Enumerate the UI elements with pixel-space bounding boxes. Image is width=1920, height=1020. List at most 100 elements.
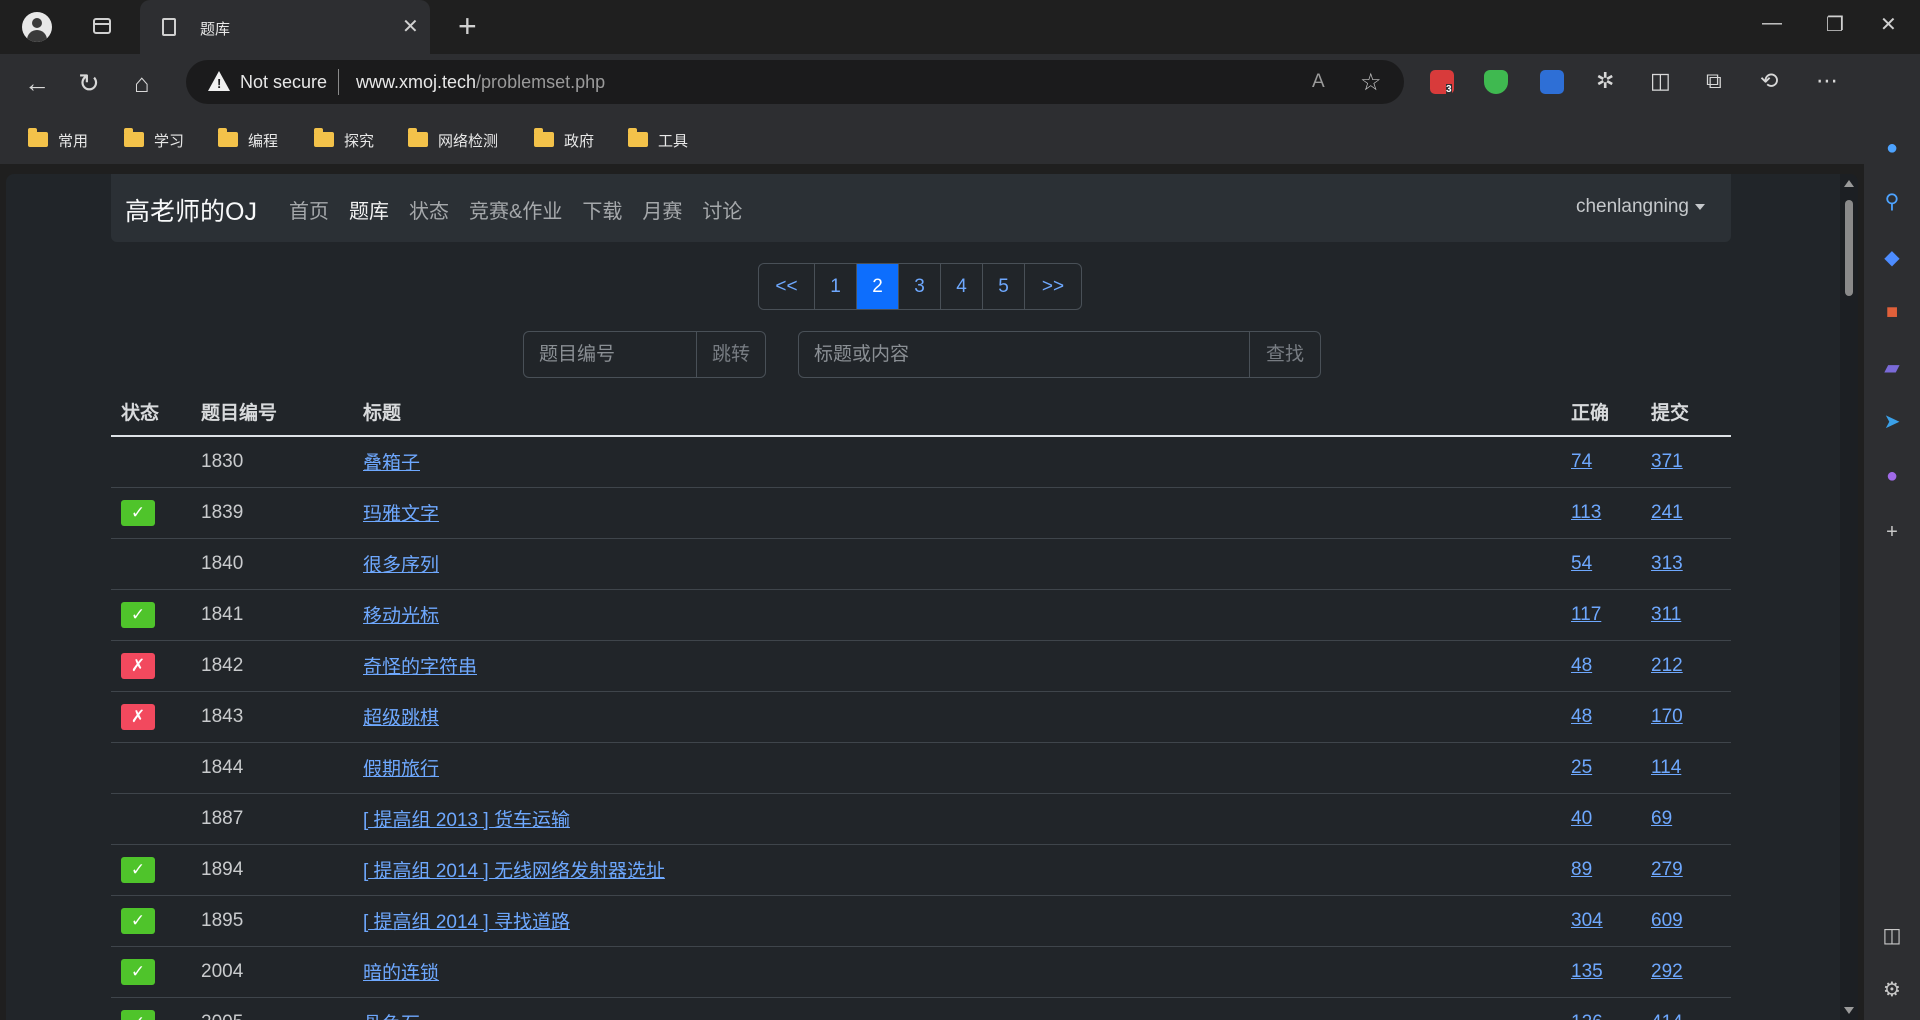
more-menu-icon[interactable]: ⋯ (1816, 68, 1838, 94)
nav-status[interactable]: 状态 (409, 195, 449, 224)
site-brand[interactable]: 高老师的OJ (125, 192, 257, 228)
correct-count-link[interactable]: 126 (1571, 1012, 1603, 1020)
notification-bell-icon[interactable]: ● (1880, 136, 1904, 160)
correct-count-link[interactable]: 54 (1571, 553, 1592, 574)
performance-icon[interactable]: ⟲ (1760, 68, 1778, 94)
address-bar[interactable]: ! Not secure www.xmoj.tech/problemset.ph… (186, 60, 1404, 104)
problem-title-link[interactable]: 骨色石 (363, 1014, 420, 1020)
submit-count-link[interactable]: 311 (1651, 604, 1681, 625)
problem-id-input[interactable] (523, 331, 697, 378)
hide-sidebar-icon[interactable]: ◫ (1880, 924, 1904, 948)
back-icon[interactable]: ← (24, 68, 50, 99)
correct-count-link[interactable]: 40 (1571, 808, 1592, 829)
collections-icon[interactable]: ⧉ (1706, 68, 1722, 94)
problem-title-link[interactable]: [ 提高组 2014 ] 寻找道路 (363, 912, 570, 933)
submit-count-link[interactable]: 279 (1651, 859, 1683, 880)
correct-count-link[interactable]: 48 (1571, 706, 1592, 727)
page-2[interactable]: 2 (857, 264, 899, 309)
search-button[interactable]: 查找 (1249, 331, 1321, 378)
problem-title-link[interactable]: 奇怪的字符串 (363, 657, 477, 678)
send-icon[interactable]: ➤ (1880, 410, 1904, 434)
split-screen-icon[interactable]: ◫ (1650, 68, 1671, 94)
correct-count-link[interactable]: 25 (1571, 757, 1592, 778)
scroll-down-icon[interactable] (1844, 1007, 1854, 1014)
submit-count-link[interactable]: 371 (1651, 451, 1683, 472)
nav-problemset[interactable]: 题库 (349, 195, 389, 224)
nav-home[interactable]: 首页 (289, 195, 329, 224)
submit-count-link[interactable]: 170 (1651, 706, 1683, 727)
problem-title-link[interactable]: 暗的连锁 (363, 963, 439, 984)
office-icon[interactable]: ▰ (1880, 356, 1904, 380)
refresh-icon[interactable]: ↻ (78, 68, 100, 99)
page-4[interactable]: 4 (941, 264, 983, 309)
home-icon[interactable]: ⌂ (134, 68, 150, 99)
favorite-star-icon[interactable]: ☆ (1360, 68, 1382, 97)
problem-id: 1887 (191, 793, 353, 845)
scroll-up-icon[interactable] (1844, 180, 1854, 187)
security-status[interactable]: Not secure (240, 72, 327, 93)
restore-icon[interactable]: ❐ (1826, 12, 1844, 37)
tools-briefcase-icon[interactable]: ■ (1880, 300, 1904, 324)
close-window-icon[interactable]: ✕ (1880, 12, 1897, 37)
problem-title-link[interactable]: 玛雅文字 (363, 504, 439, 525)
jump-button[interactable]: 跳转 (696, 331, 766, 378)
submit-count-link[interactable]: 241 (1651, 502, 1683, 523)
submit-cell: 311 (1641, 589, 1731, 641)
title-cell: 超级跳棋 (353, 691, 1561, 743)
url-text[interactable]: www.xmoj.tech/problemset.php (356, 72, 605, 93)
submit-count-link[interactable]: 69 (1651, 808, 1672, 829)
close-tab-icon[interactable]: ✕ (402, 14, 419, 39)
nav-download[interactable]: 下载 (582, 195, 622, 224)
shield-extension-icon[interactable] (1484, 70, 1508, 94)
tab-actions-icon[interactable] (93, 18, 111, 34)
problem-title-link[interactable]: [ 提高组 2014 ] 无线网络发射器选址 (363, 861, 665, 882)
problem-title-link[interactable]: 假期旅行 (363, 759, 439, 780)
settings-gear-icon[interactable]: ⚙ (1880, 978, 1904, 1002)
correct-count-link[interactable]: 117 (1571, 604, 1601, 625)
user-menu[interactable]: chenlangning (1576, 196, 1705, 218)
correct-count-link[interactable]: 304 (1571, 910, 1603, 931)
nav-monthly[interactable]: 月赛 (642, 195, 682, 224)
scroll-thumb[interactable] (1845, 200, 1853, 296)
profile-icon[interactable] (22, 12, 52, 42)
page-1[interactable]: 1 (815, 264, 857, 309)
table-row: ✓ 2005 骨色石 126 414 (111, 997, 1731, 1020)
submit-count-link[interactable]: 114 (1651, 757, 1681, 778)
keyword-input[interactable] (798, 331, 1250, 378)
problem-title-link[interactable]: 叠箱子 (363, 453, 420, 474)
page-next[interactable]: >> (1025, 264, 1081, 309)
page-3[interactable]: 3 (899, 264, 941, 309)
page-scrollbar[interactable] (1840, 174, 1858, 1020)
games-icon[interactable]: ● (1880, 464, 1904, 488)
problem-title-link[interactable]: [ 提高组 2013 ] 货车运输 (363, 810, 570, 831)
submit-count-link[interactable]: 414 (1651, 1012, 1683, 1020)
add-sidebar-icon[interactable]: + (1880, 520, 1904, 544)
nav-discuss[interactable]: 讨论 (702, 195, 742, 224)
submit-cell: 609 (1641, 895, 1731, 947)
correct-count-link[interactable]: 135 (1571, 961, 1603, 982)
z-extension-icon[interactable] (1540, 70, 1564, 94)
submit-count-link[interactable]: 212 (1651, 655, 1683, 676)
problem-title-link[interactable]: 超级跳棋 (363, 708, 439, 729)
correct-count-link[interactable]: 113 (1571, 502, 1601, 523)
page-5[interactable]: 5 (983, 264, 1025, 309)
search-icon[interactable]: ⚲ (1880, 190, 1904, 214)
read-aloud-icon[interactable]: A (1312, 71, 1325, 93)
nav-contests[interactable]: 竞赛&作业 (469, 195, 562, 224)
submit-count-link[interactable]: 313 (1651, 553, 1683, 574)
extensions-icon[interactable]: ✲ (1596, 68, 1614, 94)
minimize-icon[interactable]: — (1762, 12, 1782, 35)
submit-count-link[interactable]: 292 (1651, 961, 1683, 982)
folder-icon (408, 128, 428, 147)
submit-count-link[interactable]: 609 (1651, 910, 1683, 931)
active-tab[interactable]: 题库 ✕ (140, 0, 430, 54)
correct-count-link[interactable]: 74 (1571, 451, 1592, 472)
page-prev[interactable]: << (759, 264, 815, 309)
new-tab-icon[interactable]: + (458, 8, 477, 45)
problem-title-link[interactable]: 移动光标 (363, 606, 439, 627)
shopping-tag-icon[interactable]: ◆ (1880, 246, 1904, 270)
correct-count-link[interactable]: 48 (1571, 655, 1592, 676)
correct-count-link[interactable]: 89 (1571, 859, 1592, 880)
header-submit: 提交 (1641, 388, 1731, 437)
problem-title-link[interactable]: 很多序列 (363, 555, 439, 576)
